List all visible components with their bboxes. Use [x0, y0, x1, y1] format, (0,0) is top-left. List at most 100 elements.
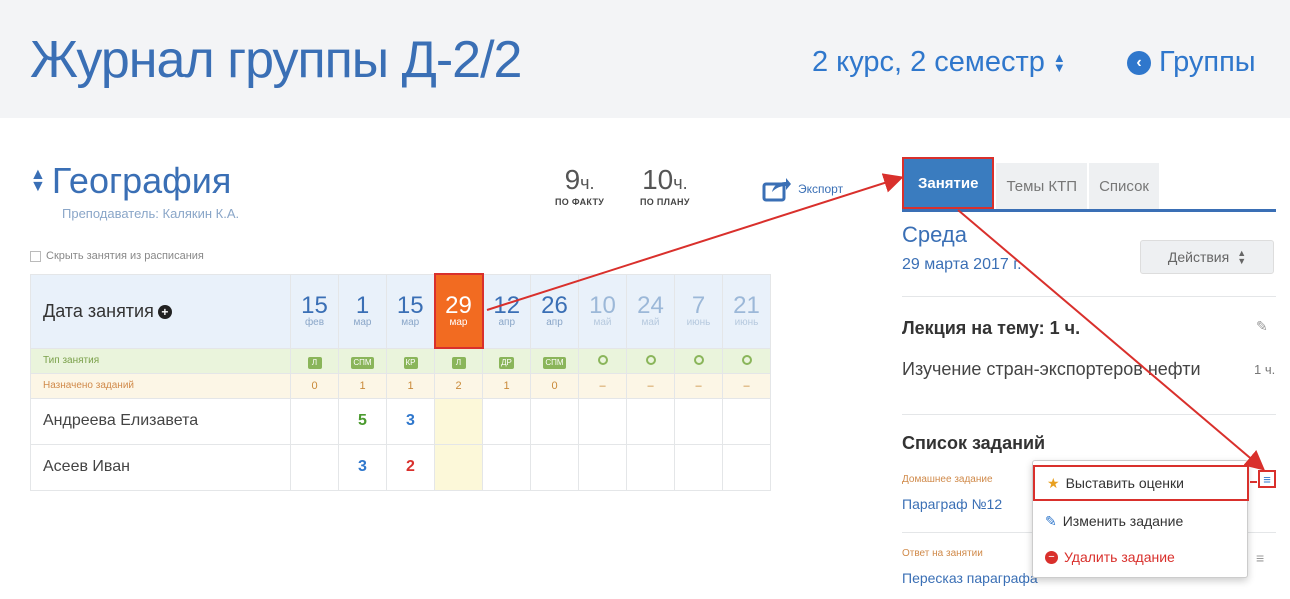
assigned-cell: 0 [290, 372, 339, 399]
page-header: Журнал группы Д-2/2 2 курс, 2 семестр ▲ ▼… [0, 0, 1290, 118]
assigned-cell: 1 [386, 372, 435, 399]
grade-cell[interactable] [674, 397, 723, 445]
date-month: мар [449, 317, 468, 328]
semester-label: 2 курс, 2 семестр [812, 46, 1045, 78]
lesson-type-row: Тип занятия Л СПМ КР Л ДР СПМ [30, 347, 771, 374]
assigned-cell: – [722, 372, 771, 399]
empty-type-icon [741, 354, 752, 365]
tasks-heading: Список заданий [902, 433, 1046, 453]
set-grades-label: Выставить оценки [1065, 475, 1184, 491]
date-cell[interactable]: 24 май [626, 273, 675, 349]
task-menu-button[interactable]: ≡ [1258, 470, 1276, 488]
page-title: Журнал группы Д-2/2 [30, 31, 522, 89]
hide-lessons-checkbox[interactable]: Скрыть занятия из расписания [30, 250, 204, 262]
grade-cell[interactable] [482, 443, 531, 491]
student-name[interactable]: Асеев Иван [30, 443, 291, 491]
hours-plan-value: 10 [642, 164, 674, 195]
grade-cell[interactable] [434, 397, 483, 445]
checkbox-icon [30, 250, 41, 262]
hours-plan-unit: ч. [673, 173, 688, 193]
grade-cell[interactable] [674, 443, 723, 491]
export-button[interactable]: Экспорт [762, 176, 843, 202]
lesson-topic: Изучение стран-экспортеров нефти [902, 359, 1201, 379]
date-day: 12 [493, 292, 521, 319]
edit-task-menu-item[interactable]: ✎ Изменить задание [1033, 503, 1249, 539]
assigned-cell: – [578, 372, 627, 399]
hours-fact: 9ч. ПО ФАКТУ [555, 164, 604, 208]
grade-cell[interactable] [578, 397, 627, 445]
grade-cell[interactable] [626, 397, 675, 445]
hours-fact-value: 9 [564, 164, 581, 195]
student-name[interactable]: Андреева Елизавета [30, 397, 291, 445]
hamburger-icon[interactable]: ≡ [1256, 550, 1264, 566]
type-badge: Л [451, 356, 466, 369]
student-row: Андреева Елизавета 5 3 [30, 397, 771, 445]
teacher-name: Преподаватель: Калякин К.А. [62, 206, 240, 221]
delete-task-label: Удалить задание [1064, 549, 1175, 565]
subject-selector[interactable]: ▲ ▼ География [30, 160, 231, 202]
tab-ktp-topics[interactable]: Темы КТП [996, 163, 1088, 209]
date-cell[interactable]: 15 фев [290, 273, 339, 349]
date-day: 29 [445, 292, 472, 319]
grade-cell[interactable] [530, 397, 579, 445]
task-context-menu: ★ Выставить оценки ✎ Изменить задание − … [1032, 460, 1249, 578]
hours-plan: 10ч. ПО ПЛАНУ [640, 164, 690, 208]
date-cell[interactable]: 15 мар [386, 273, 435, 349]
date-cell[interactable]: 26 апр [530, 273, 579, 349]
groups-label: Группы [1159, 46, 1256, 78]
grade-cell[interactable] [530, 443, 579, 491]
grade-cell[interactable] [626, 443, 675, 491]
grade-cell[interactable] [722, 397, 771, 445]
assigned-cell: – [674, 372, 723, 399]
grade-cell[interactable]: 2 [386, 443, 435, 491]
date-cell[interactable]: 7 июнь [674, 273, 723, 349]
semester-selector[interactable]: 2 курс, 2 семестр ▲ ▼ [812, 46, 1066, 79]
sort-updown-icon: ▲ ▼ [1052, 49, 1066, 75]
grade-cell[interactable] [434, 443, 483, 491]
grade-cell[interactable] [578, 443, 627, 491]
task-link[interactable]: Параграф №12 [902, 496, 1002, 512]
date-month: апр [546, 317, 563, 328]
delete-task-menu-item[interactable]: − Удалить задание [1033, 539, 1249, 575]
back-arrow-icon: ‹ [1127, 50, 1151, 75]
grade-cell[interactable] [482, 397, 531, 445]
tab-lesson[interactable]: Занятие [902, 157, 995, 209]
type-cell [674, 347, 723, 374]
student-row: Асеев Иван 3 2 [30, 443, 771, 491]
task-link[interactable]: Пересказ параграфа [902, 570, 1038, 586]
subject-name: География [51, 160, 232, 201]
grade-cell[interactable] [290, 443, 339, 491]
assigned-cell: 1 [338, 372, 387, 399]
date-month: июнь [734, 317, 759, 328]
grade-cell[interactable]: 3 [338, 443, 387, 491]
date-cell[interactable]: 10 май [578, 273, 627, 349]
add-lesson-icon[interactable]: + [157, 304, 172, 319]
task-type: Домашнее задание [902, 474, 993, 485]
grade-cell[interactable]: 5 [338, 397, 387, 445]
date-month: мар [353, 317, 372, 328]
date-cell[interactable]: 1 мар [338, 273, 387, 349]
divider [902, 296, 1276, 297]
type-cell: СПМ [338, 347, 387, 374]
lesson-weekday: Среда [902, 222, 967, 247]
task-type: Ответ на занятии [902, 548, 983, 559]
date-header-cell: Дата занятия + [30, 273, 291, 349]
set-grades-menu-item[interactable]: ★ Выставить оценки [1033, 465, 1249, 501]
grade-cell[interactable]: 3 [386, 397, 435, 445]
grade-cell[interactable] [722, 443, 771, 491]
type-badge: Л [307, 356, 322, 369]
date-month: май [641, 317, 660, 328]
groups-link[interactable]: ‹ Группы [1127, 46, 1256, 79]
date-day: 15 [396, 292, 424, 319]
date-cell[interactable]: 12 апр [482, 273, 531, 349]
type-badge: ДР [499, 356, 514, 369]
date-cell-selected[interactable]: 29 мар [433, 273, 484, 349]
grade-cell[interactable] [290, 397, 339, 445]
date-cell[interactable]: 21 июнь [722, 273, 771, 349]
divider [902, 414, 1276, 415]
hours-fact-unit: ч. [580, 173, 595, 193]
type-badge: СПМ [351, 356, 374, 369]
tab-list[interactable]: Список [1089, 163, 1159, 209]
pencil-icon[interactable]: ✎ [1256, 318, 1268, 335]
actions-dropdown[interactable]: Действия ▲ ▼ [1140, 240, 1274, 274]
